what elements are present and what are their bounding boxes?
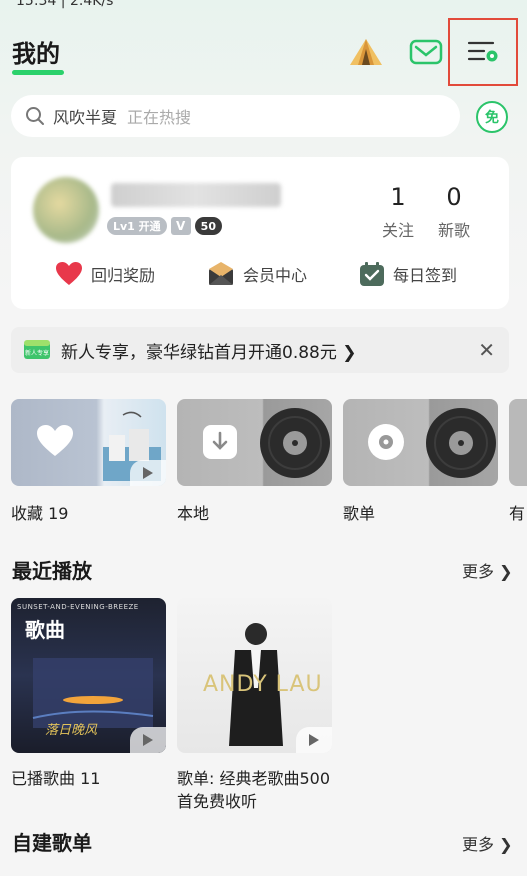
follow-count: 1 <box>390 183 406 211</box>
free-mode-button[interactable]: 免 <box>476 101 508 133</box>
search-icon <box>26 107 44 125</box>
level-badge[interactable]: Lv1 开通 <box>107 217 167 235</box>
favorites-tile[interactable]: 收藏 19 <box>11 399 166 524</box>
disc-icon <box>368 424 404 460</box>
status-time: 15:34 | 2.4K/s <box>16 0 114 9</box>
recent-playlist-card[interactable]: ANDY LAU 歌单: 经典老歌曲500首免费收听 <box>177 598 332 813</box>
heart-icon <box>37 425 73 456</box>
download-icon <box>203 425 237 459</box>
playlists-tile[interactable]: 歌单 <box>343 399 498 524</box>
list-settings-icon <box>467 41 498 62</box>
listen-badge[interactable]: 50 <box>194 217 222 235</box>
search-hot-word: 风吹半夏 <box>53 108 118 127</box>
promo-text: 新人专享，豪华绿钻首月开通0.88元 ❯ <box>61 342 357 363</box>
calendar-check-icon <box>360 262 384 286</box>
playlists-section-title: 自建歌单 <box>12 831 92 855</box>
search-hint: 正在热搜 <box>127 108 192 127</box>
cover-caption: ANDY LAU <box>203 672 323 697</box>
heart-icon <box>56 262 82 285</box>
vinyl-disc-icon <box>260 408 330 478</box>
return-reward-label: 回归奖励 <box>91 266 156 285</box>
recent-playlist-label: 歌单: 经典老歌曲500首免费收听 <box>177 769 331 811</box>
user-badges: Lv1 开通 V 50 <box>107 217 222 235</box>
follow-label: 关注 <box>381 221 414 240</box>
username-blurred[interactable] <box>111 183 281 207</box>
play-icon <box>143 734 153 746</box>
svg-text:落日晚风: 落日晚风 <box>45 723 98 738</box>
play-icon <box>309 734 319 746</box>
return-reward-button[interactable]: 回归奖励 <box>55 261 155 287</box>
follow-stat[interactable]: 1 关注 <box>373 183 423 241</box>
more-tile-label: 有 <box>509 504 526 523</box>
new-songs-stat[interactable]: 0 新歌 <box>429 183 479 241</box>
favorites-label: 收藏 19 <box>11 504 69 523</box>
recent-section-title: 最近播放 <box>12 559 92 583</box>
play-button[interactable] <box>130 727 166 753</box>
menu-settings-button[interactable] <box>448 18 518 86</box>
recent-songs-card[interactable]: SUNSET-AND-EVENING-BREEZE 歌曲 落日晚风 已播歌曲 1… <box>11 598 166 790</box>
svg-text:新人专享: 新人专享 <box>25 349 49 357</box>
close-icon[interactable]: ✕ <box>478 338 495 362</box>
more-tile[interactable]: 有 <box>509 399 527 524</box>
daily-checkin-label: 每日签到 <box>393 266 458 285</box>
recent-more-link[interactable]: 更多 ❯ <box>462 558 513 582</box>
new-label: 新歌 <box>437 221 470 240</box>
vip-center-button[interactable]: 会员中心 <box>207 261 307 287</box>
play-button[interactable] <box>130 460 166 486</box>
recent-songs-label: 已播歌曲 11 <box>11 769 101 788</box>
play-icon <box>143 467 153 479</box>
cover-caption: SUNSET-AND-EVENING-BREEZE <box>17 603 139 611</box>
quick-access-tiles: 收藏 19 本地 歌单 有 <box>11 399 527 529</box>
daily-checkin-button[interactable]: 每日签到 <box>359 261 457 287</box>
mail-icon[interactable] <box>406 34 446 70</box>
vip-center-label: 会员中心 <box>243 266 308 285</box>
status-bar: 15:34 | 2.4K/s <box>0 0 527 10</box>
search-input[interactable]: 风吹半夏 正在热搜 <box>11 95 460 137</box>
local-tile[interactable]: 本地 <box>177 399 332 524</box>
vip-badge[interactable]: V <box>170 217 191 235</box>
vinyl-disc-icon <box>426 408 496 478</box>
new-count: 0 <box>446 183 462 211</box>
play-button[interactable] <box>296 727 332 753</box>
page-title: 我的 <box>12 40 60 68</box>
header: 我的 <box>0 18 527 86</box>
tent-icon[interactable] <box>346 34 386 70</box>
avatar[interactable] <box>33 177 99 243</box>
vip-badge-icon: 新人专享 <box>24 340 50 359</box>
playlists-label: 歌单 <box>343 504 376 523</box>
profile-card: Lv1 开通 V 50 1 关注 0 新歌 回归奖励 会员中心 每日签到 <box>11 157 509 309</box>
playlists-more-link[interactable]: 更多 ❯ <box>462 831 513 855</box>
title-underline <box>12 70 64 75</box>
vip-envelope-icon <box>209 262 233 285</box>
local-label: 本地 <box>177 504 210 523</box>
promo-banner[interactable]: 新人专享 新人专享，豪华绿钻首月开通0.88元 ❯ ✕ <box>11 327 509 373</box>
